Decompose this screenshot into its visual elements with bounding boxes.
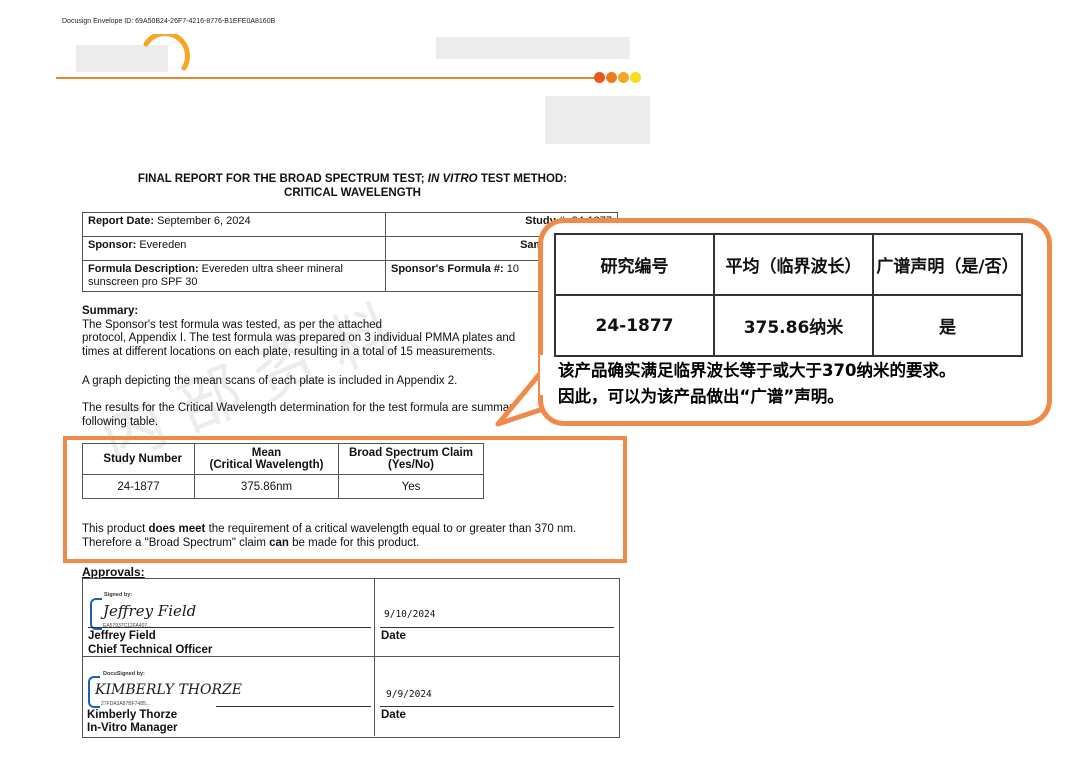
cell-claim: Yes <box>338 474 484 499</box>
cell-mean: 375.86nm <box>194 474 339 499</box>
sign-date: 9/9/2024 <box>386 689 432 700</box>
cn-cell-mean: 375.86纳米 <box>713 294 874 357</box>
signature-line <box>88 627 371 628</box>
approvals-heading: Approvals: <box>82 565 145 579</box>
date-label: Date <box>381 630 406 642</box>
signature-jeffrey: Jeffrey Field <box>103 602 197 620</box>
summary-heading: Summary: <box>82 305 139 317</box>
signer-title: In-Vitro Manager <box>87 722 178 734</box>
signature-line <box>216 706 371 707</box>
signer-title: Chief Technical Officer <box>88 644 213 656</box>
dot-1 <box>594 72 605 83</box>
col-study-number: Study Number <box>82 443 195 475</box>
cell-study: 24-1877 <box>82 474 195 499</box>
redacted-header-block <box>436 37 630 59</box>
signature-bracket <box>90 598 102 630</box>
signature-kimberly: KIMBERLY THORZE <box>95 682 242 698</box>
cn-header-mean: 平均（临界波长） <box>713 233 874 296</box>
conclusion: This product does meet the requirement o… <box>82 523 577 549</box>
translation-table: 研究编号 平均（临界波长） 广谱声明（是/否） 24-1877 375.86纳米… <box>554 233 1023 357</box>
sign-date: 9/10/2024 <box>384 609 436 620</box>
dot-2 <box>606 72 617 83</box>
cn-cell-study: 24-1877 <box>554 294 715 357</box>
date-line <box>380 706 614 707</box>
cn-cell-claim: 是 <box>872 294 1023 357</box>
redacted-address-block <box>545 96 650 144</box>
signature-hash: EA57937C12FA407... <box>103 623 152 629</box>
cn-header-study: 研究编号 <box>554 233 715 296</box>
report-title: FINAL REPORT FOR THE BROAD SPECTRUM TEST… <box>137 173 568 199</box>
approvals-divider-v <box>374 578 375 736</box>
signed-by-tag: DocuSigned by: <box>103 671 145 677</box>
brand-dots <box>594 72 641 83</box>
signer-name: Jeffrey Field <box>88 630 156 642</box>
dot-4 <box>630 72 641 83</box>
callout-tail-cover <box>540 355 556 395</box>
date-label: Date <box>381 709 406 721</box>
translation-text: 该产品确实满足临界波长等于或大于370纳米的要求。 因此，可以为该产品做出“广谱”… <box>558 361 956 406</box>
cn-header-claim: 广谱声明（是/否） <box>872 233 1023 296</box>
envelope-id: Docusign Envelope ID: 69A50B24-26F7-4216… <box>62 18 276 25</box>
signed-by-tag: Signed by: <box>104 592 133 598</box>
signer-name: Kimberly Thorze <box>87 709 178 721</box>
header-rule <box>56 77 596 79</box>
dot-3 <box>618 72 629 83</box>
results-table: Study Number Mean (Critical Wavelength) B… <box>82 443 484 499</box>
signature-hash: 27FDA3A87BF7485... <box>101 701 150 707</box>
date-line <box>380 627 614 628</box>
